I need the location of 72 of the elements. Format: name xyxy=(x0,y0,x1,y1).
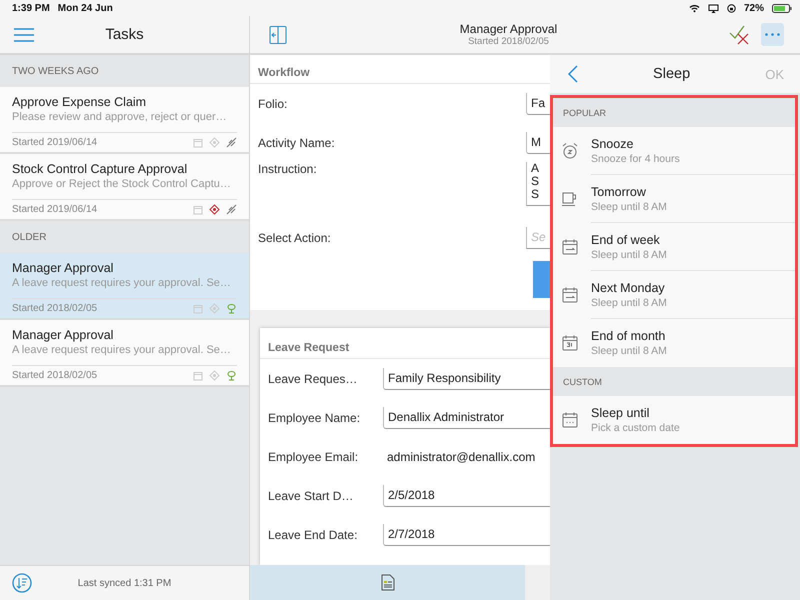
task-title: Manager Approval xyxy=(12,328,114,342)
field-label: Leave Start D… xyxy=(268,488,354,502)
task-title: Manager Approval xyxy=(12,261,114,275)
more-icon xyxy=(765,33,780,36)
field-value: administrator@denallix.com xyxy=(386,450,536,464)
task-item[interactable]: Manager Approval A leave request requires your approval. Se… Started 2018/02/05 xyxy=(0,253,249,320)
status-time: 1:39 PM xyxy=(12,2,50,14)
sync-status: Last synced 1:31 PM xyxy=(76,578,172,588)
sleep-option[interactable]: End of month Sleep until 8 AM xyxy=(553,319,795,367)
collapse-panel-icon[interactable] xyxy=(268,24,288,44)
sleep-option[interactable]: Tomorrow Sleep until 8 AM xyxy=(553,175,795,223)
sort-icon[interactable] xyxy=(12,573,32,593)
battery-icon xyxy=(772,4,792,12)
option-title: Sleep until xyxy=(591,406,650,420)
calendar-icon xyxy=(193,304,203,314)
section-heading: Workflow xyxy=(250,55,550,84)
status-date: Mon 24 Jun xyxy=(58,2,113,14)
wifi-icon xyxy=(688,4,700,12)
task-description: Please review and approve, reject or quer… xyxy=(12,111,228,123)
field-label: Employee Email: xyxy=(268,450,360,464)
rotation-lock-icon xyxy=(726,4,736,12)
task-title-heading: Manager Approval xyxy=(460,22,558,36)
option-title: Next Monday xyxy=(591,280,666,294)
task-title: Stock Control Capture Approval xyxy=(12,162,188,176)
task-start-date: Started 2019/06/14 xyxy=(12,137,98,148)
task-item[interactable]: Manager Approval A leave request requires your approval. Se… Started 2018/02/05 xyxy=(0,320,249,387)
option-title: Snooze xyxy=(591,136,634,150)
battery-percent: 72% xyxy=(744,2,764,14)
option-subtitle: Sleep until 8 AM xyxy=(591,200,668,212)
menu-icon[interactable] xyxy=(14,28,34,42)
section-heading: CUSTOM xyxy=(553,367,795,396)
calendar-icon xyxy=(193,204,203,214)
field-label: Leave End Date: xyxy=(268,528,358,542)
field-label: Employee Name: xyxy=(268,410,362,424)
option-subtitle: Sleep until 8 AM xyxy=(591,296,668,308)
task-item[interactable]: Stock Control Capture Approval Approve or Reject the Stock Control Captu… Started 2019/06/14 xyxy=(0,154,249,221)
task-description: A leave request requires your approval. Se… xyxy=(12,344,232,356)
section-heading: POPULAR xyxy=(553,98,795,127)
document-icon xyxy=(380,574,394,591)
option-subtitle: Snooze for 4 hours xyxy=(591,152,681,164)
back-icon[interactable] xyxy=(568,65,578,83)
field-label: Instruction: xyxy=(258,162,318,176)
task-start-date: Started 2018/02/05 xyxy=(12,303,98,314)
more-button[interactable] xyxy=(761,23,784,46)
task-description: A leave request requires your approval. Se… xyxy=(12,277,232,289)
task-item[interactable]: Approve Expense Claim Please review and approve, reject or quer… Started 2019/06/14 xyxy=(0,87,249,154)
field-label: Folio: xyxy=(258,96,288,110)
section-heading: Leave Request xyxy=(260,328,550,359)
sleep-option[interactable]: Sleep until Pick a custom date xyxy=(553,396,795,444)
pane-title: Tasks xyxy=(104,26,145,43)
option-subtitle: Sleep until 8 AM xyxy=(591,248,668,260)
sleep-option[interactable]: Snooze Snooze for 4 hours xyxy=(553,127,795,175)
sleep-option[interactable]: End of week Sleep until 8 AM xyxy=(553,223,795,271)
field-label: Leave Reques… xyxy=(268,372,358,386)
option-title: Tomorrow xyxy=(591,184,647,198)
task-title: Approve Expense Claim xyxy=(12,95,148,109)
task-start-date: Started 2019/06/14 xyxy=(12,204,98,215)
option-title: End of month xyxy=(591,329,666,343)
field-label: Select Action: xyxy=(258,230,332,244)
task-start-date: Started 2018/02/05 xyxy=(12,370,98,381)
check-cross-icon[interactable] xyxy=(729,24,751,44)
field-label: Activity Name: xyxy=(258,136,336,150)
airplay-icon xyxy=(708,4,719,12)
task-description: Approve or Reject the Stock Control Captu… xyxy=(12,178,232,190)
panel-title: Sleep xyxy=(652,66,692,82)
option-subtitle: Sleep until 8 AM xyxy=(591,345,668,357)
calendar-icon xyxy=(193,138,203,148)
task-subtitle: Started 2018/02/05 xyxy=(468,36,549,47)
option-subtitle: Pick a custom date xyxy=(591,422,681,434)
calendar-icon xyxy=(193,370,203,380)
option-title: End of week xyxy=(591,232,661,246)
sleep-option[interactable]: Next Monday Sleep until 8 AM xyxy=(553,271,795,319)
